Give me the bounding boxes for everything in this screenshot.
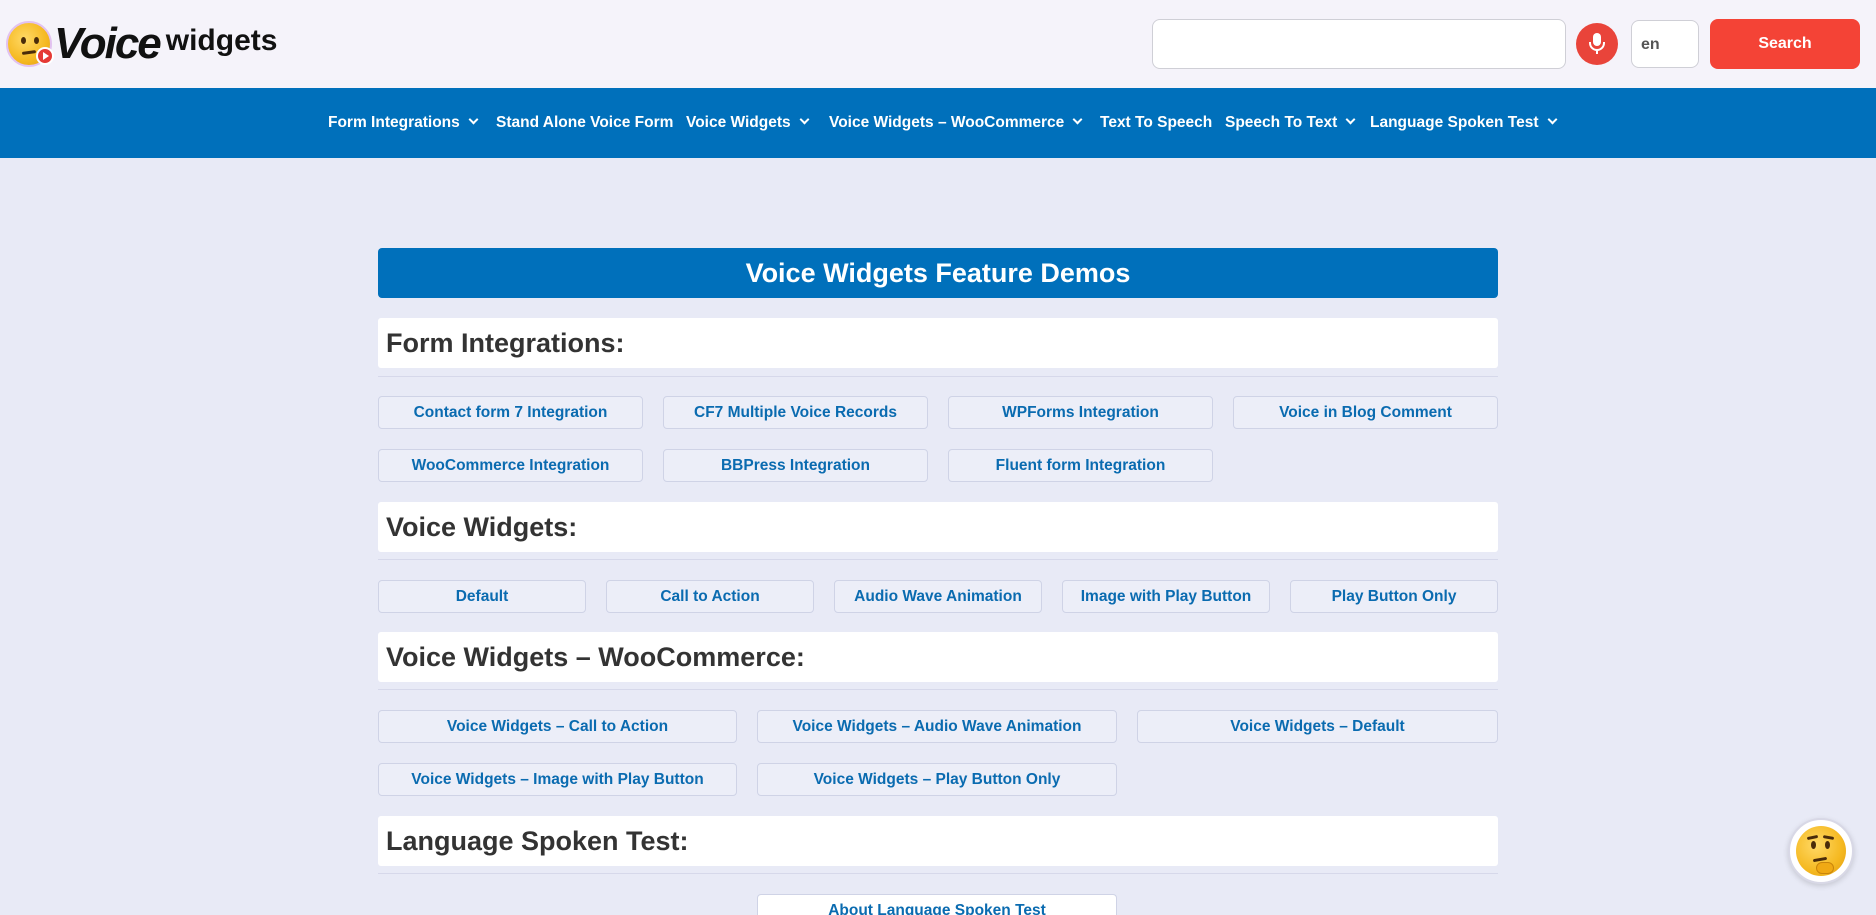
link-woocommerce-audio-wave-animation[interactable]: Voice Widgets – Audio Wave Animation xyxy=(757,710,1117,743)
nav-item-label: Voice Widgets xyxy=(686,114,791,131)
link-about-language-spoken-test[interactable]: About Language Spoken Test xyxy=(757,894,1117,915)
nav-item-label: Speech To Text xyxy=(1225,114,1338,131)
logo-word-widgets: widgets xyxy=(165,24,278,57)
section-divider xyxy=(378,689,1498,690)
chevron-down-icon xyxy=(799,114,810,125)
link-audio-wave-animation[interactable]: Audio Wave Animation xyxy=(834,580,1042,613)
chevron-down-icon xyxy=(1547,114,1557,125)
nav-item-language-spoken-test[interactable]: Language Spoken Test xyxy=(1370,88,1557,158)
link-woocommerce-default[interactable]: Voice Widgets – Default xyxy=(1137,710,1498,743)
link-image-with-play-button[interactable]: Image with Play Button xyxy=(1062,580,1270,613)
link-default[interactable]: Default xyxy=(378,580,586,613)
nav-item-voice-widgets-woocommerce[interactable]: Voice Widgets – WooCommerce xyxy=(829,88,1083,158)
nav-item-speech-to-text[interactable]: Speech To Text xyxy=(1225,88,1356,158)
chevron-down-icon xyxy=(1345,114,1356,125)
nav-item-label: Stand Alone Voice Form xyxy=(496,114,674,131)
play-icon xyxy=(36,47,54,65)
section-divider xyxy=(378,873,1498,874)
search-input[interactable] xyxy=(1152,19,1566,69)
page-title-banner: Voice Widgets Feature Demos xyxy=(378,248,1498,298)
link-voice-in-blog-comment[interactable]: Voice in Blog Comment xyxy=(1233,396,1498,429)
link-call-to-action[interactable]: Call to Action xyxy=(606,580,814,613)
nav-item-voice-widgets[interactable]: Voice Widgets xyxy=(686,88,810,158)
thinking-face-icon xyxy=(1796,826,1846,876)
link-play-button-only[interactable]: Play Button Only xyxy=(1290,580,1498,613)
nav-item-label: Voice Widgets – WooCommerce xyxy=(829,114,1065,131)
link-contact-form-7-integration[interactable]: Contact form 7 Integration xyxy=(378,396,643,429)
link-woocommerce-integration[interactable]: WooCommerce Integration xyxy=(378,449,643,482)
chevron-down-icon xyxy=(1072,114,1083,125)
nav-item-label: Text To Speech xyxy=(1100,114,1213,131)
main-nav: Form Integrations Stand Alone Voice Form… xyxy=(0,88,1876,158)
section-heading-voice-widgets-woocommerce: Voice Widgets – WooCommerce: xyxy=(378,632,1498,682)
nav-item-text-to-speech[interactable]: Text To Speech xyxy=(1100,88,1212,158)
section-heading-voice-widgets: Voice Widgets: xyxy=(378,502,1498,552)
nav-item-form-integrations[interactable]: Form Integrations xyxy=(328,88,479,158)
section-heading-form-integrations: Form Integrations: xyxy=(378,318,1498,368)
link-bbpress-integration[interactable]: BBPress Integration xyxy=(663,449,928,482)
link-wpforms-integration[interactable]: WPForms Integration xyxy=(948,396,1213,429)
section-divider xyxy=(378,559,1498,560)
search-button[interactable]: Search xyxy=(1710,19,1860,69)
link-cf7-multiple-voice-records[interactable]: CF7 Multiple Voice Records xyxy=(663,396,928,429)
link-fluent-form-integration[interactable]: Fluent form Integration xyxy=(948,449,1213,482)
section-heading-language-spoken-test: Language Spoken Test: xyxy=(378,816,1498,866)
microphone-icon xyxy=(1589,33,1605,54)
voice-search-button[interactable] xyxy=(1576,23,1618,65)
nav-item-label: Language Spoken Test xyxy=(1370,114,1539,131)
nav-item-stand-alone-voice-form[interactable]: Stand Alone Voice Form xyxy=(496,88,673,158)
nav-item-label: Form Integrations xyxy=(328,114,460,131)
chevron-down-icon xyxy=(468,114,479,125)
logo-word-voice: Voice xyxy=(54,19,162,68)
link-woocommerce-call-to-action[interactable]: Voice Widgets – Call to Action xyxy=(378,710,737,743)
voice-widget-chat-button[interactable] xyxy=(1788,818,1854,884)
site-header: Voice widgets en Search xyxy=(0,0,1876,88)
link-woocommerce-image-with-play-button[interactable]: Voice Widgets – Image with Play Button xyxy=(378,763,737,796)
section-divider xyxy=(378,376,1498,377)
thinking-face-logo-icon xyxy=(6,21,54,67)
language-select[interactable]: en xyxy=(1631,20,1699,68)
link-woocommerce-play-button-only[interactable]: Voice Widgets – Play Button Only xyxy=(757,763,1117,796)
site-logo[interactable]: Voice widgets xyxy=(6,20,336,68)
